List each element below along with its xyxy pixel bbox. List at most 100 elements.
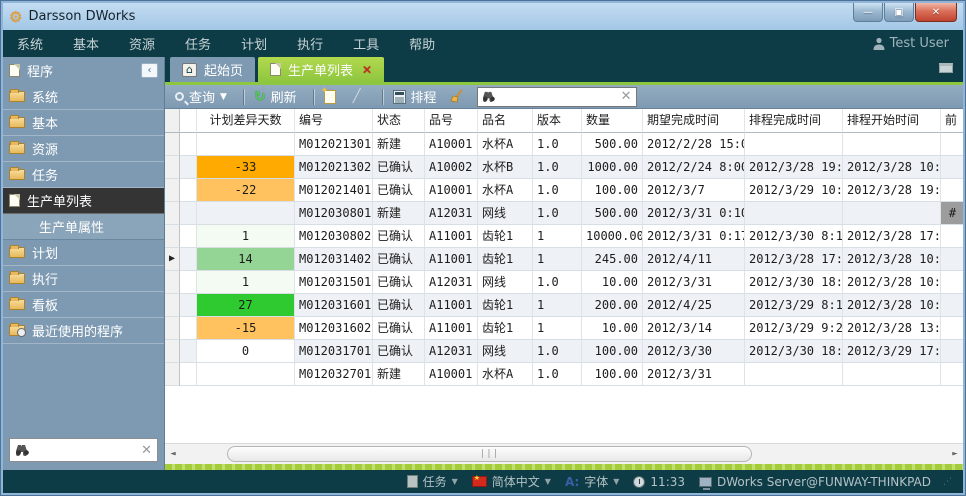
column-header-版本[interactable]: 版本 <box>533 109 582 133</box>
tab-起始页[interactable]: ⌂起始页 <box>170 57 255 82</box>
clean-button[interactable] <box>447 87 467 107</box>
scrollbar-thumb[interactable] <box>227 446 752 462</box>
row-selector[interactable] <box>165 133 180 156</box>
statusbar-language[interactable]: 简体中文 ▼ <box>472 473 551 490</box>
column-header-前[interactable]: 前 <box>941 109 963 133</box>
sidebar-item-看板[interactable]: 看板 <box>3 292 164 318</box>
maximize-button[interactable]: ▣ <box>884 3 914 22</box>
folder-icon <box>9 273 25 284</box>
sidebar-item-系统[interactable]: 系统 <box>3 84 164 110</box>
table-cell: # <box>941 202 963 225</box>
menu-item-7[interactable]: 帮助 <box>409 38 435 53</box>
menu-item-4[interactable]: 计划 <box>241 38 267 53</box>
row-selector[interactable] <box>165 317 180 340</box>
sidebar-item-执行[interactable]: 执行 <box>3 266 164 292</box>
row-selector[interactable] <box>165 225 180 248</box>
minimize-button[interactable]: — <box>853 3 883 22</box>
sidebar-item-最近使用的程序[interactable]: 最近使用的程序 <box>3 318 164 344</box>
statusbar-tasks[interactable]: 任务 ▼ <box>407 473 458 490</box>
schedule-button[interactable]: 排程 <box>391 87 439 107</box>
folder-icon <box>9 117 25 128</box>
column-header-排程完成时间[interactable]: 排程完成时间 <box>745 109 843 133</box>
menu-item-0[interactable]: 系统 <box>17 38 43 53</box>
toolbar-separator <box>383 89 384 105</box>
column-header-0[interactable] <box>165 109 180 133</box>
server-label: DWorks Server@FUNWAY-THINKPAD <box>717 475 931 489</box>
menu-item-2[interactable]: 资源 <box>129 38 155 53</box>
resize-grip[interactable]: ⋰ <box>943 477 953 487</box>
row-selector[interactable] <box>165 179 180 202</box>
edit-button[interactable]: ╱ <box>351 87 368 107</box>
font-caret-icon[interactable]: ▼ <box>613 477 619 486</box>
column-header-编号[interactable]: 编号 <box>295 109 373 133</box>
sidebar-item-基本[interactable]: 基本 <box>3 110 164 136</box>
sidebar-item-计划[interactable]: 计划 <box>3 240 164 266</box>
menu-item-6[interactable]: 工具 <box>353 38 379 53</box>
row-selector[interactable] <box>165 156 180 179</box>
scroll-right-arrow-icon[interactable]: ► <box>947 444 963 465</box>
new-button[interactable] <box>322 87 343 107</box>
menu-item-3[interactable]: 任务 <box>185 38 211 53</box>
scroll-left-arrow-icon[interactable]: ◄ <box>165 444 181 465</box>
menu-item-5[interactable]: 执行 <box>297 38 323 53</box>
folder-icon <box>9 91 25 102</box>
sidebar-collapse-button[interactable]: ‹ <box>141 63 158 78</box>
tasks-caret-icon[interactable]: ▼ <box>452 477 458 486</box>
toolbar-search-input[interactable] <box>500 90 621 104</box>
column-header-1[interactable] <box>180 109 197 133</box>
sidebar-item-label: 资源 <box>32 139 58 158</box>
column-header-品号[interactable]: 品号 <box>425 109 478 133</box>
table-cell <box>745 133 843 156</box>
query-dropdown-caret-icon[interactable]: ▼ <box>220 92 227 102</box>
query-button[interactable]: 查询 ▼ <box>173 87 229 107</box>
row-selector[interactable] <box>165 271 180 294</box>
sidebar-search-clear-icon[interactable]: ✕ <box>141 443 152 458</box>
column-header-排程开始时间[interactable]: 排程开始时间 <box>843 109 941 133</box>
sidebar-item-生产单列表[interactable]: 生产单列表 <box>3 188 164 214</box>
table-cell: A10001 <box>425 363 478 386</box>
table-cell <box>745 202 843 225</box>
tab-生产单列表[interactable]: 生产单列表 ✕ <box>258 57 384 82</box>
sidebar-search-input[interactable] <box>34 443 141 457</box>
table-cell: M012030801 <box>295 202 373 225</box>
row-selector[interactable] <box>165 294 180 317</box>
language-caret-icon[interactable]: ▼ <box>545 477 551 486</box>
tab-close-icon[interactable]: ✕ <box>362 63 372 77</box>
table-cell: A12031 <box>425 271 478 294</box>
table-cell <box>941 363 963 386</box>
row-selector[interactable] <box>165 363 180 386</box>
refresh-button[interactable]: ↻ 刷新 <box>252 87 299 107</box>
horizontal-scrollbar[interactable]: ◄ ► <box>165 443 963 464</box>
float-window-icon[interactable] <box>939 63 953 73</box>
sidebar-item-生产单属性[interactable]: 生产单属性 <box>3 214 164 240</box>
column-header-计划差异天数[interactable]: 计划差异天数 <box>197 109 295 133</box>
table-cell: -15 <box>197 317 295 340</box>
sidebar-item-label: 最近使用的程序 <box>32 321 123 340</box>
table-cell: 水杯A <box>478 363 533 386</box>
table-cell <box>745 363 843 386</box>
row-selector[interactable]: ▶ <box>165 248 180 271</box>
statusbar-font[interactable]: A: 字体 ▼ <box>565 473 619 490</box>
table-cell: 水杯B <box>478 156 533 179</box>
menu-item-1[interactable]: 基本 <box>73 38 99 53</box>
column-header-品名[interactable]: 品名 <box>478 109 533 133</box>
row-selector[interactable] <box>165 340 180 363</box>
table-cell: 27 <box>197 294 295 317</box>
toolbar-search-clear-icon[interactable]: ✕ <box>621 89 632 104</box>
column-header-期望完成时间[interactable]: 期望完成时间 <box>643 109 745 133</box>
sidebar-item-任务[interactable]: 任务 <box>3 162 164 188</box>
column-header-状态[interactable]: 状态 <box>373 109 425 133</box>
binoculars-icon <box>15 444 30 456</box>
refresh-icon: ↻ <box>254 89 266 105</box>
table-cell <box>180 363 197 386</box>
table-cell <box>180 294 197 317</box>
sidebar-item-资源[interactable]: 资源 <box>3 136 164 162</box>
window-controls: — ▣ ✕ <box>852 3 957 22</box>
table-cell: 10000.00 <box>582 225 643 248</box>
tab-label: 生产单列表 <box>288 60 353 79</box>
row-selector[interactable] <box>165 202 180 225</box>
close-button[interactable]: ✕ <box>915 3 957 22</box>
user-indicator[interactable]: Test User <box>873 36 949 51</box>
table-cell <box>941 271 963 294</box>
column-header-数量[interactable]: 数量 <box>582 109 643 133</box>
